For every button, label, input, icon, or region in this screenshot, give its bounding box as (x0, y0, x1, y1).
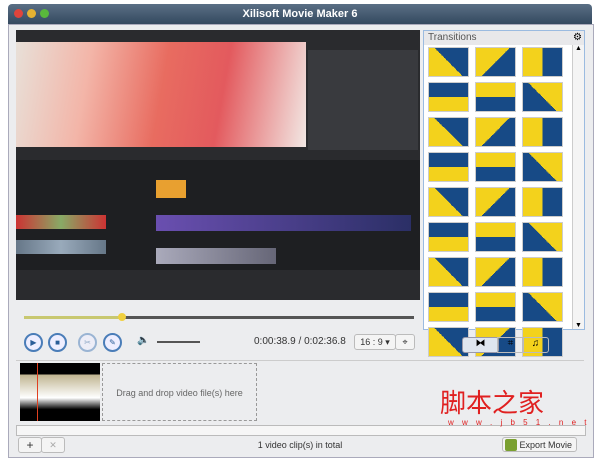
drop-zone[interactable]: Drag and drop video file(s) here (102, 363, 257, 421)
playhead[interactable] (37, 363, 38, 421)
seek-handle[interactable] (118, 313, 126, 321)
transition-tile[interactable] (522, 292, 563, 322)
music-icon: ♫ (531, 338, 540, 349)
aspect-ratio-select[interactable]: 16 : 9 ▾ (354, 334, 396, 350)
watermark-url: w w w . j b 5 1 . n e t (448, 418, 590, 427)
edit-button[interactable]: ✎ (103, 333, 122, 352)
title-bar: Xilisoft Movie Maker 6 (8, 4, 592, 24)
export-label: Export Movie (519, 440, 572, 450)
transitions-scrollbar[interactable]: ▲ ▼ (572, 45, 584, 329)
transition-tile[interactable] (428, 222, 469, 252)
preview-timeline-image (16, 160, 420, 270)
transition-tile[interactable] (475, 222, 516, 252)
transition-tile[interactable] (428, 292, 469, 322)
transition-tile[interactable] (475, 292, 516, 322)
transition-tile[interactable] (522, 117, 563, 147)
play-button[interactable]: ▶ (24, 333, 43, 352)
gear-icon[interactable]: ⚙ (573, 32, 582, 43)
video-clip-thumbnail[interactable] (20, 363, 100, 421)
watermark: 脚本之家 (440, 389, 545, 419)
transition-tile[interactable] (522, 222, 563, 252)
transition-tile[interactable] (475, 187, 516, 217)
transition-tile[interactable] (522, 82, 563, 112)
transition-tile[interactable] (428, 82, 469, 112)
preview-frame (16, 42, 306, 147)
transitions-title: Transitions (424, 31, 584, 45)
split-button[interactable]: ✂ (78, 333, 97, 352)
transition-tile[interactable] (428, 152, 469, 182)
transition-tile[interactable] (522, 257, 563, 287)
transition-tile[interactable] (428, 257, 469, 287)
transitions-panel: Transitions ⚙ ▲ ▼ (423, 30, 585, 357)
window-title: Xilisoft Movie Maker 6 (242, 8, 358, 20)
transition-tile[interactable] (475, 152, 516, 182)
volume-slider[interactable] (157, 341, 200, 343)
transition-tile[interactable] (428, 47, 469, 77)
transition-tile[interactable] (522, 152, 563, 182)
transition-tile[interactable] (522, 187, 563, 217)
export-movie-button[interactable]: Export Movie (502, 437, 577, 452)
transition-tile[interactable] (475, 82, 516, 112)
film-icon: ⧓ (475, 338, 486, 349)
music-tab[interactable]: ♫ (522, 337, 549, 353)
seek-bar-progress (24, 316, 122, 319)
stop-button[interactable]: ■ (48, 333, 67, 352)
film-reel-icon (505, 439, 517, 451)
transition-tile[interactable] (475, 117, 516, 147)
volume-icon: 🔈 (137, 335, 150, 346)
transition-tile[interactable] (428, 117, 469, 147)
transition-tile[interactable] (428, 187, 469, 217)
transition-tile[interactable] (475, 257, 516, 287)
crop-tab[interactable]: ⌗ (497, 337, 524, 353)
crop-icon: ⌗ (507, 338, 514, 349)
transitions-tab[interactable]: ⧓ (462, 337, 499, 353)
transition-tile[interactable] (475, 47, 516, 77)
transition-tile[interactable] (522, 47, 563, 77)
time-display: 0:00:38.9 / 0:02:36.8 (254, 336, 346, 347)
preview-inspector-image (308, 50, 418, 150)
snapshot-button[interactable]: ⌖ (395, 334, 415, 350)
